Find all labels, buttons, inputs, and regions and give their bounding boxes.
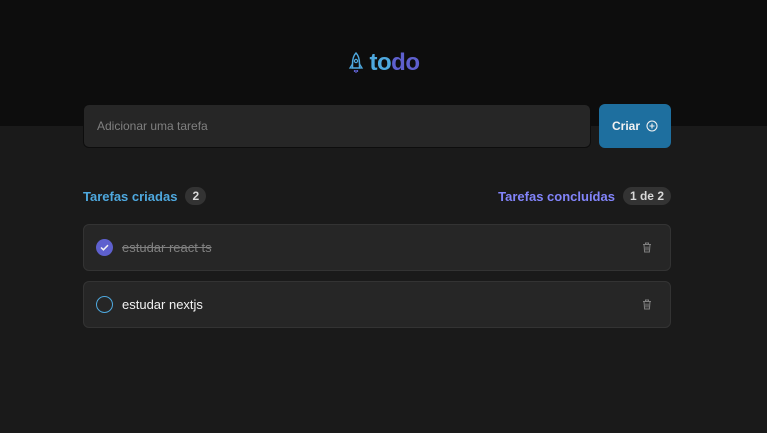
task-text: estudar react ts bbox=[122, 240, 212, 255]
new-task-form: Criar bbox=[83, 104, 671, 148]
check-icon bbox=[100, 244, 109, 251]
trash-icon[interactable] bbox=[640, 241, 654, 255]
done-info: Tarefas concluídas 1 de 2 bbox=[498, 187, 671, 205]
trash-icon[interactable] bbox=[640, 298, 654, 312]
task-checkbox-unchecked[interactable] bbox=[96, 296, 113, 313]
logo: todo bbox=[0, 50, 767, 76]
task-info: Tarefas criadas 2 Tarefas concluídas 1 d… bbox=[83, 187, 671, 205]
task-text: estudar nextjs bbox=[122, 297, 203, 312]
created-label: Tarefas criadas bbox=[83, 188, 178, 204]
plus-circle-icon bbox=[646, 120, 658, 132]
create-button[interactable]: Criar bbox=[599, 104, 671, 148]
created-info: Tarefas criadas 2 bbox=[83, 187, 207, 205]
logo-text-to: to bbox=[369, 49, 392, 76]
task-item: estudar react ts bbox=[83, 224, 671, 271]
task-checkbox-checked[interactable] bbox=[96, 239, 113, 256]
done-count-badge: 1 de 2 bbox=[622, 187, 671, 205]
task-item: estudar nextjs bbox=[83, 281, 671, 328]
done-label: Tarefas concluídas bbox=[498, 188, 615, 204]
rocket-icon bbox=[348, 51, 364, 75]
logo-text: todo bbox=[370, 50, 420, 76]
logo-text-do: do bbox=[391, 49, 420, 76]
task-input[interactable] bbox=[83, 104, 591, 148]
created-count-badge: 2 bbox=[185, 187, 207, 205]
create-button-label: Criar bbox=[611, 119, 640, 133]
